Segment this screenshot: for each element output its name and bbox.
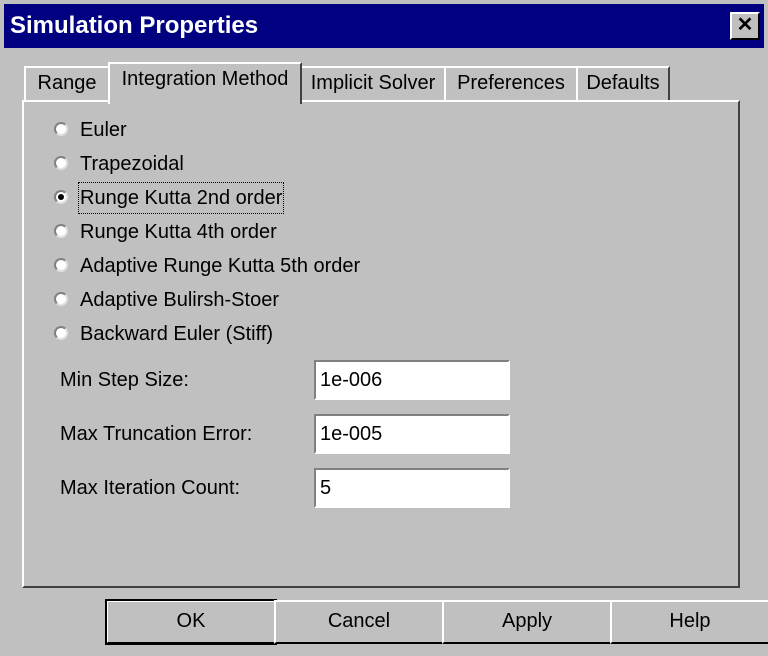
- radio-button-icon[interactable]: [54, 258, 68, 272]
- tab-range-label: Range: [37, 72, 97, 94]
- max-truncation-label: Max Truncation Error:: [60, 423, 253, 445]
- radio-label: Adaptive Bulirsh-Stoer: [80, 289, 279, 311]
- ok-button[interactable]: OK: [105, 599, 277, 645]
- window-title: Simulation Properties: [10, 12, 259, 39]
- dialog-window: Simulation Properties ✕ Range Integratio…: [0, 0, 768, 656]
- radio-label: Backward Euler (Stiff): [80, 323, 274, 345]
- apply-button[interactable]: Apply: [442, 600, 612, 644]
- radio-label: Runge Kutta 4th order: [80, 221, 277, 243]
- min-step-label: Min Step Size:: [60, 369, 189, 391]
- tab-defaults-label: Defaults: [586, 72, 660, 94]
- cancel-button-label: Cancel: [327, 610, 391, 632]
- max-iteration-input[interactable]: [314, 468, 510, 508]
- max-truncation-input[interactable]: [314, 414, 510, 454]
- close-button[interactable]: ✕: [730, 12, 760, 40]
- tab-implicit-solver[interactable]: Implicit Solver: [300, 66, 446, 100]
- min-step-input[interactable]: [314, 360, 510, 400]
- max-iteration-label: Max Iteration Count:: [60, 477, 241, 499]
- tab-implicit-solver-label: Implicit Solver: [310, 72, 436, 94]
- radio-button-icon[interactable]: [54, 156, 68, 170]
- tab-preferences-label: Preferences: [457, 72, 565, 94]
- radio-button-icon[interactable]: [54, 224, 68, 238]
- ok-button-label: OK: [176, 610, 206, 632]
- radio-button-selected-icon[interactable]: [54, 190, 68, 204]
- tab-integration-method[interactable]: Integration Method: [108, 62, 302, 104]
- tab-range[interactable]: Range: [24, 66, 110, 100]
- help-button[interactable]: Help: [610, 600, 768, 644]
- radio-label: Euler: [80, 119, 127, 141]
- apply-button-label: Apply: [501, 610, 553, 632]
- radio-button-icon[interactable]: [54, 326, 68, 340]
- tab-integration-method-label: Integration Method: [121, 68, 289, 90]
- help-button-label: Help: [669, 610, 711, 632]
- tab-panel: Euler Trapezoidal Runge Kutta 2nd order …: [22, 100, 740, 588]
- radio-label: Runge Kutta 2nd order: [77, 182, 285, 214]
- radio-label: Trapezoidal: [80, 153, 184, 175]
- tab-defaults[interactable]: Defaults: [576, 66, 670, 100]
- tab-preferences[interactable]: Preferences: [444, 66, 578, 100]
- cancel-button[interactable]: Cancel: [274, 600, 444, 644]
- close-icon: ✕: [736, 14, 754, 36]
- title-bar[interactable]: Simulation Properties ✕: [4, 4, 764, 48]
- radio-button-icon[interactable]: [54, 292, 68, 306]
- radio-label: Adaptive Runge Kutta 5th order: [80, 255, 361, 277]
- radio-button-icon[interactable]: [54, 122, 68, 136]
